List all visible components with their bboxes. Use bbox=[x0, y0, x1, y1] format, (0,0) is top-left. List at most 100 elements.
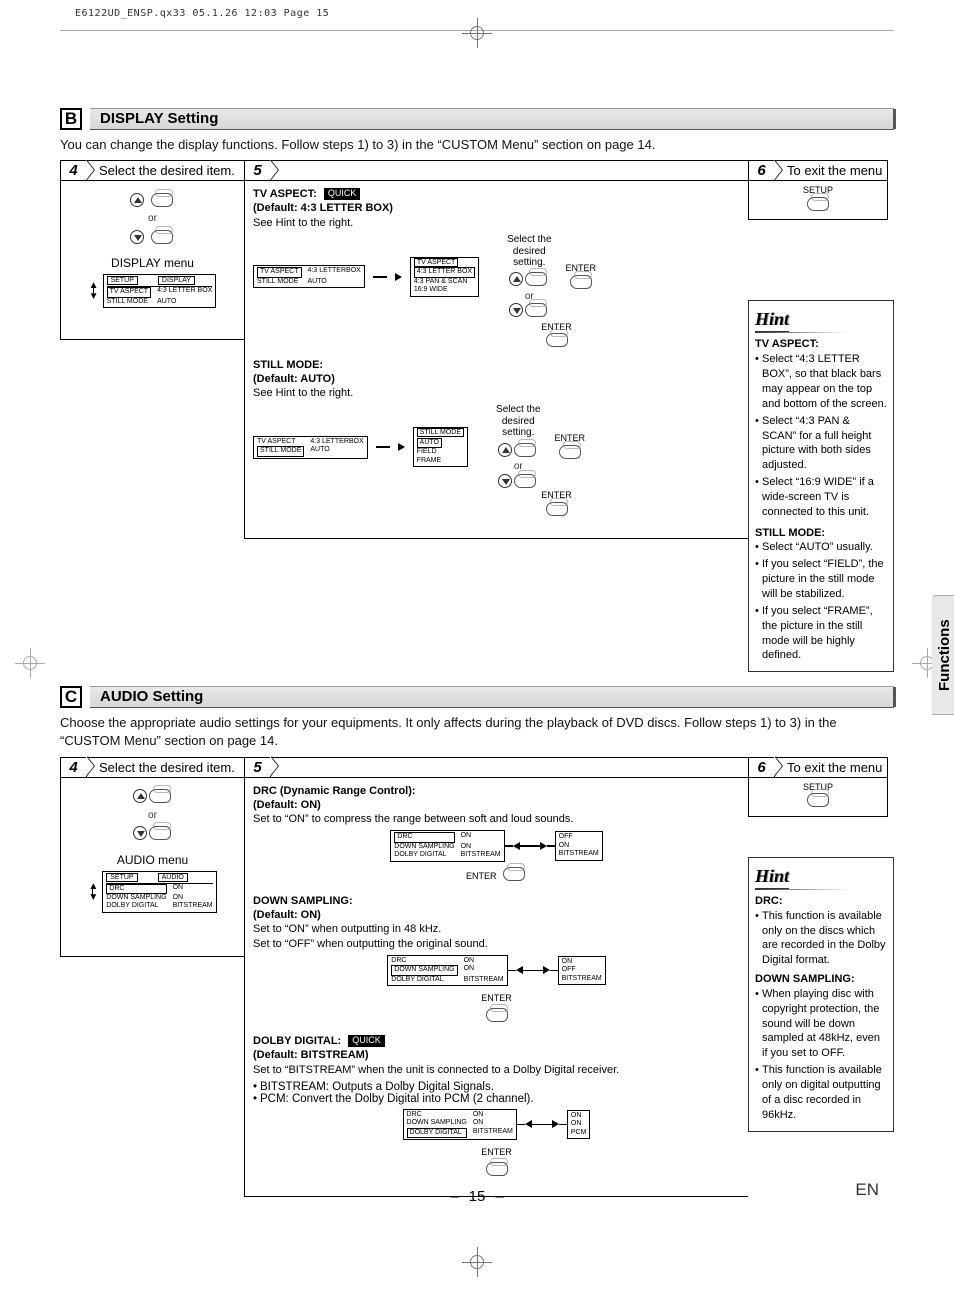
tv-aspect-mini-menu: TV ASPECT4:3 LETTERBOX STILL MODEAUTO bbox=[253, 265, 365, 288]
down-menu-off: ON OFF BITSTREAM bbox=[558, 956, 606, 985]
hint-tv-aspect-head: TV ASPECT: bbox=[755, 337, 887, 352]
display-step5: 5 TV ASPECT: QUICK (Default: 4:3 LETTER … bbox=[244, 160, 748, 539]
remote-icon bbox=[149, 789, 171, 803]
remote-icon bbox=[514, 474, 536, 488]
see-hint-2: See Hint to the right. bbox=[253, 387, 353, 399]
hint-still-mode-head: STILL MODE: bbox=[755, 526, 887, 541]
section-audio: C AUDIO Setting Choose the appropriate a… bbox=[60, 686, 894, 1196]
drc-title: DRC (Dynamic Range Control): bbox=[253, 785, 416, 797]
or-text: or bbox=[69, 213, 236, 224]
remote-icon bbox=[807, 197, 829, 211]
audio-menu-box: SETUP AUDIO DRCON DOWN SAMPLINGON DOLBY … bbox=[102, 871, 216, 913]
step-number-6: 6 bbox=[749, 161, 775, 181]
remote-icon bbox=[807, 793, 829, 807]
select-desired-2: Select the desired setting. bbox=[496, 404, 540, 439]
hint-item: Select “4:3 PAN & SCAN” for a full heigh… bbox=[755, 414, 887, 473]
remote-icon bbox=[503, 867, 525, 881]
audio-step6: 6 To exit the menu SETUP bbox=[748, 757, 888, 817]
remote-icon bbox=[149, 826, 171, 840]
hint-title: Hint bbox=[755, 864, 789, 889]
quick-badge: QUICK bbox=[324, 188, 361, 200]
hint-down-head: DOWN SAMPLING: bbox=[755, 972, 887, 987]
remote-icon bbox=[486, 1162, 508, 1176]
remote-icon bbox=[525, 272, 547, 286]
page-number: 15 bbox=[469, 1188, 486, 1205]
dolby-b2: PCM: Convert the Dolby Digital into PCM … bbox=[253, 1093, 740, 1105]
dolby-b1: BITSTREAM: Outputs a Dolby Digital Signa… bbox=[253, 1081, 740, 1093]
hint-item: Select “4:3 LETTER BOX”, so that black b… bbox=[755, 352, 887, 411]
remote-icon bbox=[546, 502, 568, 516]
hint-item: Select “16:9 WIDE” if a wide-screen TV i… bbox=[755, 475, 887, 520]
language-label: EN bbox=[855, 1180, 879, 1200]
display-intro: You can change the display functions. Fo… bbox=[60, 136, 894, 154]
hint-item: This function is available only on digit… bbox=[755, 1063, 887, 1122]
down-desc1: Set to “ON” when outputting in 48 kHz. bbox=[253, 923, 441, 935]
step-number-4: 4 bbox=[61, 161, 87, 181]
tv-aspect-default: (Default: 4:3 LETTER BOX) bbox=[253, 202, 393, 214]
display-step4: 4 Select the desired item. or DISPLAY me… bbox=[60, 160, 244, 340]
audio-hint: Hint DRC: This function is available onl… bbox=[748, 857, 894, 1132]
section-title-audio: AUDIO Setting bbox=[90, 686, 894, 708]
display-step6: 6 To exit the menu SETUP bbox=[748, 160, 888, 220]
side-tab-functions: Functions bbox=[932, 595, 954, 715]
page-footer: –15– bbox=[0, 1188, 954, 1205]
dolby-default: (Default: BITSTREAM) bbox=[253, 1049, 369, 1061]
step-number-5: 5 bbox=[245, 161, 271, 181]
arrow-up-icon bbox=[509, 272, 523, 286]
section-display: B DISPLAY Setting You can change the dis… bbox=[60, 108, 894, 672]
hint-item: When playing disc with copyright protect… bbox=[755, 987, 887, 1061]
step4-label: Select the desired item. bbox=[87, 163, 235, 178]
step-number-5: 5 bbox=[245, 757, 271, 777]
down-default: (Default: ON) bbox=[253, 909, 321, 921]
dolby-menu: DRCON DOWN SAMPLINGON DOLBY DIGITALBITST… bbox=[403, 1109, 517, 1140]
hint-title: Hint bbox=[755, 307, 789, 332]
dolby-menu-alt: ON ON PCM bbox=[567, 1110, 591, 1139]
remote-icon bbox=[546, 333, 568, 347]
tv-aspect-title: TV ASPECT: bbox=[253, 188, 317, 200]
display-menu-label: DISPLAY menu bbox=[69, 256, 236, 270]
section-letter-b: B bbox=[60, 108, 82, 130]
audio-step5: 5 DRC (Dynamic Range Control): (Default:… bbox=[244, 757, 748, 1197]
section-letter-c: C bbox=[60, 686, 82, 708]
arrow-down-icon bbox=[509, 303, 523, 317]
tv-aspect-options: TV ASPECT 4:3 LETTER BOX 4:3 PAN & SCAN … bbox=[410, 257, 479, 297]
remote-icon bbox=[559, 445, 581, 459]
remote-icon bbox=[525, 303, 547, 317]
still-mode-default: (Default: AUTO) bbox=[253, 373, 335, 385]
hint-item: If you select “FIELD”, the picture in th… bbox=[755, 557, 887, 602]
quick-badge: QUICK bbox=[348, 1035, 385, 1047]
display-hint: Hint TV ASPECT: Select “4:3 LETTER BOX”,… bbox=[748, 300, 894, 672]
dolby-title: DOLBY DIGITAL: bbox=[253, 1035, 341, 1047]
step4-label: Select the desired item. bbox=[87, 760, 235, 775]
step6-label: To exit the menu bbox=[775, 760, 882, 775]
still-mode-title: STILL MODE: bbox=[253, 359, 323, 371]
drc-menu: DRCON DOWN SAMPLINGON DOLBY DIGITALBITST… bbox=[390, 830, 504, 861]
drc-desc: Set to “ON” to compress the range betwee… bbox=[253, 813, 573, 825]
remote-icon bbox=[514, 443, 536, 457]
hint-item: Select “AUTO” usually. bbox=[755, 540, 887, 555]
select-desired-1: Select the desired setting. bbox=[507, 234, 551, 269]
display-menu-box: SETUP DISPLAY TV ASPECT4:3 LETTER BOX ST… bbox=[103, 274, 217, 308]
section-title-display: DISPLAY Setting bbox=[90, 108, 894, 130]
arrow-down-icon bbox=[130, 230, 144, 244]
remote-icon bbox=[486, 1008, 508, 1022]
hint-item: If you select “FRAME”, the picture in th… bbox=[755, 604, 887, 663]
remote-icon bbox=[151, 230, 173, 244]
remote-icon bbox=[151, 193, 173, 207]
arrow-up-icon bbox=[130, 193, 144, 207]
audio-menu-label: AUDIO menu bbox=[69, 853, 236, 867]
step-number-4: 4 bbox=[61, 757, 87, 777]
dolby-desc: Set to “BITSTREAM” when the unit is conn… bbox=[253, 1064, 619, 1076]
still-mode-options: STILL MODE AUTO FIELD FRAME bbox=[413, 427, 468, 467]
crop-target-left bbox=[15, 648, 45, 678]
crop-mark-bottom bbox=[462, 1247, 492, 1277]
down-title: DOWN SAMPLING: bbox=[253, 895, 353, 907]
see-hint-1: See Hint to the right. bbox=[253, 217, 353, 229]
hint-item: This function is available only on the d… bbox=[755, 909, 887, 968]
arrow-down-icon bbox=[133, 826, 147, 840]
audio-step4: 4 Select the desired item. or AUDIO menu… bbox=[60, 757, 244, 957]
still-mode-mini-menu: TV ASPECT4:3 LETTERBOX STILL MODEAUTO bbox=[253, 436, 368, 459]
step-number-6: 6 bbox=[749, 757, 775, 777]
remote-icon bbox=[570, 275, 592, 289]
audio-intro: Choose the appropriate audio settings fo… bbox=[60, 714, 894, 750]
